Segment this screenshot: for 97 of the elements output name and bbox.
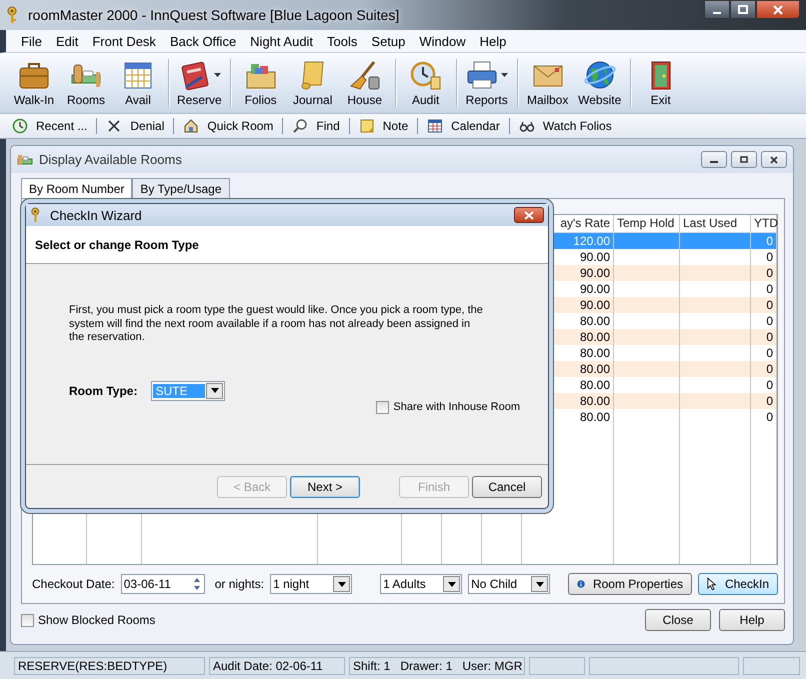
close-icon	[769, 156, 779, 164]
bed-icon	[17, 152, 33, 166]
table-cell: 0	[751, 409, 777, 425]
maximize-button[interactable]	[730, 0, 756, 19]
checkbox[interactable]: Share with Inhouse Room	[376, 400, 520, 414]
toolbar-button[interactable]: Folios	[234, 57, 287, 109]
printer-icon	[465, 59, 500, 91]
window-title: Display Available Rooms	[39, 152, 182, 167]
dialog-heading: Select or change Room Type	[35, 238, 199, 252]
caret-icon	[214, 73, 221, 77]
menu-item[interactable]: Window	[412, 32, 473, 50]
cursor-icon	[707, 576, 717, 592]
nights-dropdown[interactable]: 1 night	[270, 574, 352, 594]
toolbar-button[interactable]: Denial	[100, 116, 170, 136]
close-button[interactable]: Close	[645, 609, 711, 631]
note-icon	[358, 118, 375, 134]
field-label: Room Type:	[69, 384, 138, 398]
column-header[interactable]: Temp Hold	[614, 215, 680, 232]
toolbar-button[interactable]: Reports	[460, 57, 513, 109]
field-label: Checkout Date:	[32, 577, 115, 591]
toolbar-button[interactable]: Calendar	[421, 116, 506, 136]
menu-item[interactable]: Edit	[48, 32, 86, 50]
dropdown-arrow-icon	[536, 582, 544, 586]
menu-item[interactable]: Night Audit	[243, 32, 320, 50]
date-field[interactable]: 03-06-11	[120, 574, 205, 594]
close-button[interactable]	[514, 207, 544, 223]
toolbar-button[interactable]: Watch Folios	[512, 116, 618, 136]
dropdown-arrow-icon	[338, 582, 346, 586]
toolbar-button[interactable]: Reserve	[173, 57, 226, 109]
column-header[interactable]: YTD	[751, 215, 777, 232]
tab[interactable]: By Type/Usage	[132, 178, 230, 198]
dialog-title: CheckIn Wizard	[50, 208, 142, 222]
caret-icon	[501, 73, 508, 77]
cross-icon	[106, 118, 122, 134]
instructions-text: First, you must pick a room type the guest would like. Once you pick a room type, the system will find the next room available if a room has not already been assigned in the reservation.	[69, 304, 484, 344]
toolbar-button[interactable]: Avail	[112, 57, 164, 109]
toolbar-button[interactable]: Quick Room	[177, 116, 280, 136]
restore-button[interactable]	[731, 151, 757, 168]
status-panel: RESERVE(RES:BEDTYPE)	[14, 656, 205, 674]
toolbar-button[interactable]: Find	[286, 116, 346, 136]
table-cell: 0	[751, 265, 777, 281]
close-icon	[773, 4, 783, 14]
toolbar-button[interactable]: Audit	[400, 57, 452, 109]
minimize-icon	[713, 12, 721, 14]
dropdown-arrow-icon	[210, 388, 219, 393]
search-icon	[292, 118, 308, 134]
status-panel	[743, 656, 800, 674]
column-header[interactable]: Last Used	[680, 215, 751, 232]
menu-item[interactable]: File	[14, 32, 49, 50]
field-label: or nights:	[214, 577, 264, 591]
clock-icon	[12, 118, 28, 134]
house-icon	[183, 118, 200, 134]
children-dropdown[interactable]: No Child	[468, 574, 550, 594]
table-cell: 0	[751, 329, 777, 345]
minimize-icon	[710, 161, 718, 163]
menu-item[interactable]: Back Office	[162, 32, 244, 50]
status-panel: Shift: 1 Drawer: 1 User: MGR	[349, 656, 525, 674]
toolbar-button[interactable]: Exit	[634, 57, 687, 109]
wizard-button[interactable]: Next >	[290, 476, 360, 498]
calendar-icon	[427, 118, 444, 134]
menu-item[interactable]: Help	[472, 32, 514, 50]
minimize-button[interactable]	[701, 151, 727, 168]
toolbar-button[interactable]: House	[338, 57, 391, 109]
maximize-icon	[738, 4, 748, 14]
close-button[interactable]	[756, 0, 800, 19]
menu-item[interactable]: Tools	[320, 32, 364, 50]
tab[interactable]: By Room Number	[21, 178, 132, 198]
table-cell: 0	[751, 297, 777, 313]
menu-item[interactable]: Front Desk	[85, 32, 163, 50]
status-panel: Audit Date: 02-06-11	[209, 656, 345, 674]
menu-item[interactable]: Setup	[364, 32, 412, 50]
checkbox[interactable]: Show Blocked Rooms	[21, 613, 156, 627]
toolbar-button[interactable]: Walk-In	[8, 57, 60, 109]
window-title: roomMaster 2000 - InnQuest Software [Blue Lagoon Suites]	[28, 7, 400, 23]
clock-icon	[408, 59, 443, 91]
close-button[interactable]	[761, 151, 787, 168]
adults-dropdown[interactable]: 1 Adults	[380, 574, 462, 594]
minimize-button[interactable]	[704, 0, 730, 19]
globe-icon	[582, 59, 617, 91]
status-panel	[529, 656, 585, 674]
help-button[interactable]: Help	[719, 609, 785, 631]
toolbar-button[interactable]: Recent ...	[6, 116, 94, 136]
broom-icon	[348, 59, 382, 91]
toolbar-button[interactable]: Website	[574, 57, 626, 109]
toolbar-button[interactable]: Rooms	[60, 57, 112, 109]
dropdown-arrow-icon	[448, 582, 456, 586]
table-cell: 0	[751, 393, 777, 409]
toolbar-button[interactable]: Journal	[286, 57, 339, 109]
room-properties-button[interactable]: Room Properties	[568, 573, 692, 595]
restore-icon	[739, 156, 749, 164]
table-cell: 0	[751, 233, 777, 249]
close-icon	[524, 210, 534, 220]
toolbar-button[interactable]: Mailbox	[522, 57, 574, 109]
checkin-button[interactable]: CheckIn	[698, 573, 778, 595]
table-cell: 0	[751, 361, 777, 377]
wizard-button[interactable]: Cancel	[472, 476, 542, 498]
toolbar-button[interactable]: Note	[352, 116, 414, 136]
